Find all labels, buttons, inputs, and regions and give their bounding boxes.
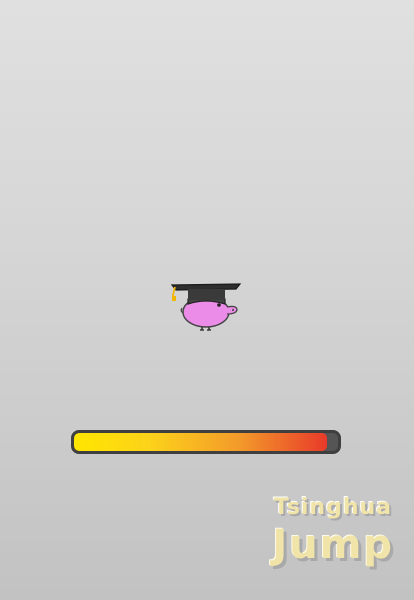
game-logo: Tsinghua Jump xyxy=(254,495,394,568)
graduate-pig-icon xyxy=(170,283,242,331)
player-character xyxy=(170,279,242,335)
logo-title-jump: Jump xyxy=(272,522,394,568)
power-bar-fill xyxy=(74,433,328,451)
power-bar xyxy=(71,430,341,454)
game-screen[interactable]: Tsinghua Jump xyxy=(0,0,414,600)
logo-title-tsinghua: Tsinghua xyxy=(273,495,392,520)
